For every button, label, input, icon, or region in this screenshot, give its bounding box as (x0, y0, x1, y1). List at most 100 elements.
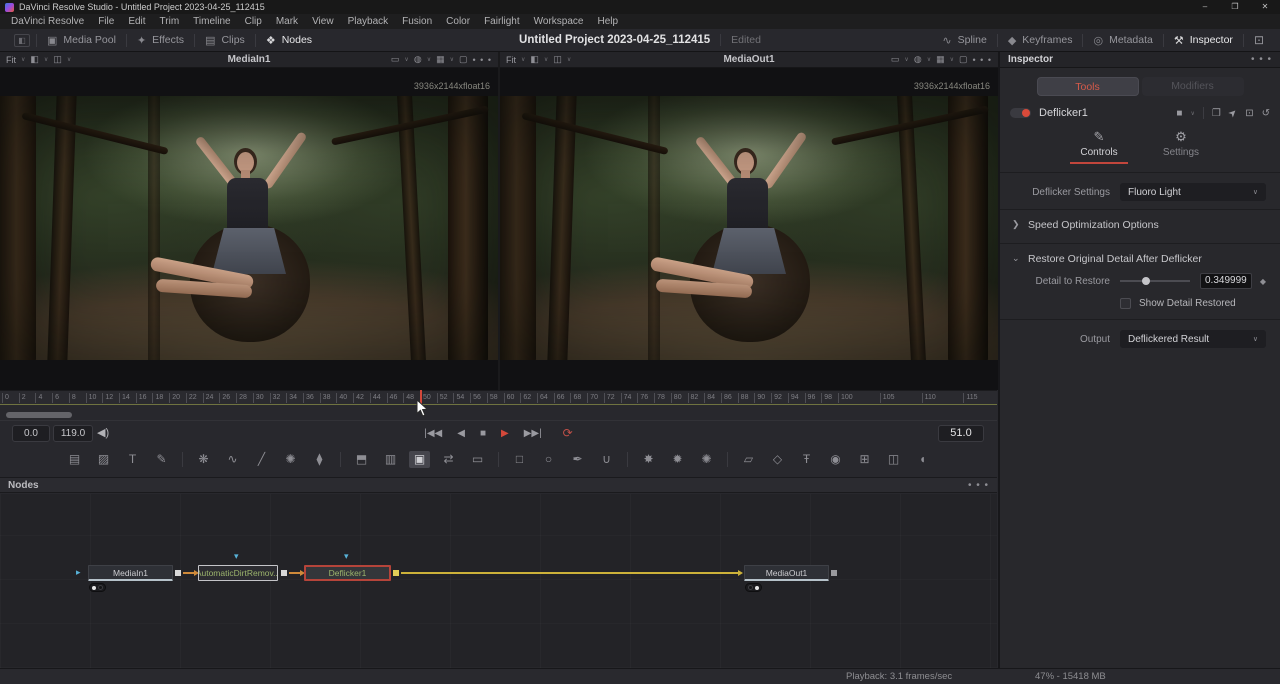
bspline-mask-icon[interactable]: ∪ (596, 451, 617, 468)
metadata-button[interactable]: ◎Metadata (1083, 29, 1162, 51)
menu-view[interactable]: View (305, 14, 341, 29)
brightness-contrast-icon[interactable]: ✺ (280, 451, 301, 468)
effects-button[interactable]: ✦Effects (127, 29, 194, 51)
timeline-scrollbar[interactable] (6, 412, 72, 418)
lut-icon[interactable]: ◍ (414, 54, 422, 65)
merge-3d-icon[interactable]: ◉ (825, 451, 846, 468)
shape-3d-icon[interactable]: ◇ (767, 451, 788, 468)
detail-to-restore-value[interactable]: 0.349999 (1200, 273, 1252, 289)
loop-button[interactable]: ⟳ (563, 425, 573, 442)
range-out-field[interactable]: 119.0 (53, 425, 93, 442)
text-3d-icon[interactable]: Ŧ (796, 451, 817, 468)
chevron-down-icon[interactable]: ∨ (21, 56, 25, 63)
menu-fusion[interactable]: Fusion (395, 14, 439, 29)
menu-mark[interactable]: Mark (269, 14, 305, 29)
current-frame-field[interactable]: 51.0 (938, 425, 984, 442)
menu-color[interactable]: Color (439, 14, 477, 29)
node-automaticdirtremoval[interactable]: AutomaticDirtRemov... (198, 565, 278, 581)
chevron-down-icon[interactable]: ∨ (1190, 110, 1194, 117)
chevron-down-icon[interactable]: ∨ (427, 56, 431, 63)
lock-icon[interactable]: ⊡ (1245, 108, 1253, 119)
cube-3d-icon[interactable]: ⊞ (854, 451, 875, 468)
nodes-options-icon[interactable]: • • • (968, 480, 989, 491)
expand-icon[interactable]: ▢ (959, 54, 968, 65)
split-wipe-icon[interactable]: ◫ (53, 54, 62, 65)
chevron-down-icon[interactable]: ∨ (950, 56, 954, 63)
pin-icon[interactable]: ➤ (1226, 106, 1240, 120)
node-mediaout1[interactable]: MediaOut1 (744, 565, 829, 581)
keyframe-icon[interactable]: ◆ (1260, 277, 1266, 286)
matte-control-icon[interactable]: ▥ (380, 451, 401, 468)
section-speed-optimization[interactable]: ❯ Speed Optimization Options (1000, 214, 1280, 235)
node-output-port[interactable] (393, 570, 399, 576)
detail-to-restore-slider[interactable] (1120, 280, 1190, 282)
chevron-down-icon[interactable]: ∨ (544, 56, 548, 63)
close-button[interactable]: ✕ (1250, 0, 1280, 14)
deflicker-settings-dropdown[interactable]: Fluoro Light ∨ (1120, 183, 1266, 201)
subtab-settings[interactable]: ⚙ Settings (1152, 129, 1210, 164)
image-plane-3d-icon[interactable]: ▱ (738, 451, 759, 468)
menu-edit[interactable]: Edit (121, 14, 152, 29)
ab-compare-icon[interactable]: ◧ (30, 54, 39, 65)
output-dropdown[interactable]: Deflickered Result ∨ (1120, 330, 1266, 348)
menu-file[interactable]: File (91, 14, 121, 29)
fit-dropdown[interactable]: Fit (506, 55, 516, 65)
viewer-options-icon[interactable]: • • • (473, 55, 492, 65)
camera-3d-icon[interactable]: ◫ (883, 451, 904, 468)
roi-icon[interactable]: ▭ (891, 54, 900, 65)
blur-icon[interactable]: ❋ (193, 451, 214, 468)
menu-clip[interactable]: Clip (238, 14, 269, 29)
node-mediain1[interactable]: MediaIn1 (88, 565, 173, 581)
paint-icon[interactable]: ✎ (151, 451, 172, 468)
lut-icon[interactable]: ◍ (914, 54, 922, 65)
inspector-options-icon[interactable]: • • • (1251, 54, 1272, 65)
clips-button[interactable]: ▤Clips (195, 29, 255, 51)
polygon-mask-icon[interactable]: ✒ (567, 451, 588, 468)
fit-dropdown[interactable]: Fit (6, 55, 16, 65)
minimize-button[interactable]: – (1190, 0, 1220, 14)
play-reverse-button[interactable]: ◀ (457, 425, 465, 442)
panel-toggle-icon[interactable]: ◧ (14, 34, 30, 47)
section-restore-detail[interactable]: ⌄ Restore Original Detail After Deflicke… (1000, 248, 1280, 269)
maximize-button[interactable]: ❐ (1220, 0, 1250, 14)
renderer-3d-icon[interactable]: ◖ (912, 451, 933, 468)
keyframes-button[interactable]: ◆Keyframes (998, 29, 1083, 51)
checker-icon[interactable]: ▦ (436, 54, 445, 65)
viewer-assign-dots[interactable] (745, 583, 762, 592)
show-detail-restored-checkbox[interactable] (1120, 298, 1131, 309)
node-deflicker1[interactable]: Deflicker1 (304, 565, 391, 581)
node-output-port[interactable] (831, 570, 837, 576)
split-wipe-icon[interactable]: ◫ (553, 54, 562, 65)
range-in-field[interactable]: 0.0 (12, 425, 50, 442)
audio-mute-icon[interactable]: ◀) (97, 426, 109, 439)
media-pool-button[interactable]: ▣Media Pool (37, 29, 126, 51)
stop-button[interactable]: ■ (480, 425, 486, 442)
merge-icon[interactable]: ⬒ (351, 451, 372, 468)
rectangle-mask-icon[interactable]: □ (509, 451, 530, 468)
checker-icon[interactable]: ▦ (936, 54, 945, 65)
node-output-port[interactable] (281, 570, 287, 576)
p-emitter-icon[interactable]: ✸ (638, 451, 659, 468)
subtab-controls[interactable]: ✎ Controls (1070, 129, 1128, 164)
ab-compare-icon[interactable]: ◧ (530, 54, 539, 65)
tab-modifiers[interactable]: Modifiers (1142, 77, 1244, 96)
right-viewer-canvas[interactable]: 3936x2144xfloat16 (500, 68, 998, 390)
chevron-down-icon[interactable]: ∨ (67, 56, 71, 63)
resize-icon[interactable]: ⇄ (438, 451, 459, 468)
text-plus-icon[interactable]: T (122, 451, 143, 468)
color-corrector-icon[interactable]: ⧫ (309, 451, 330, 468)
viewer-assign-dots[interactable] (89, 583, 106, 592)
fast-noise-icon[interactable]: ▨ (93, 451, 114, 468)
tab-tools[interactable]: Tools (1037, 77, 1139, 96)
left-viewer-canvas[interactable]: 3936x2144xfloat16 (0, 68, 498, 390)
inspector-button[interactable]: ⚒Inspector (1164, 29, 1243, 51)
timeline-ruler[interactable]: 0246810121416182022242628303234363840424… (0, 390, 997, 404)
menu-help[interactable]: Help (590, 14, 625, 29)
chevron-down-icon[interactable]: ∨ (404, 56, 408, 63)
last-frame-button[interactable]: ▶▶| (524, 425, 542, 442)
cleanfeed-monitor-icon[interactable]: ⊡ (1244, 29, 1274, 51)
ellipse-mask-icon[interactable]: ○ (538, 451, 559, 468)
menu-timeline[interactable]: Timeline (186, 14, 237, 29)
node-enable-toggle[interactable] (1010, 108, 1031, 118)
p-merge-icon[interactable]: ✹ (667, 451, 688, 468)
